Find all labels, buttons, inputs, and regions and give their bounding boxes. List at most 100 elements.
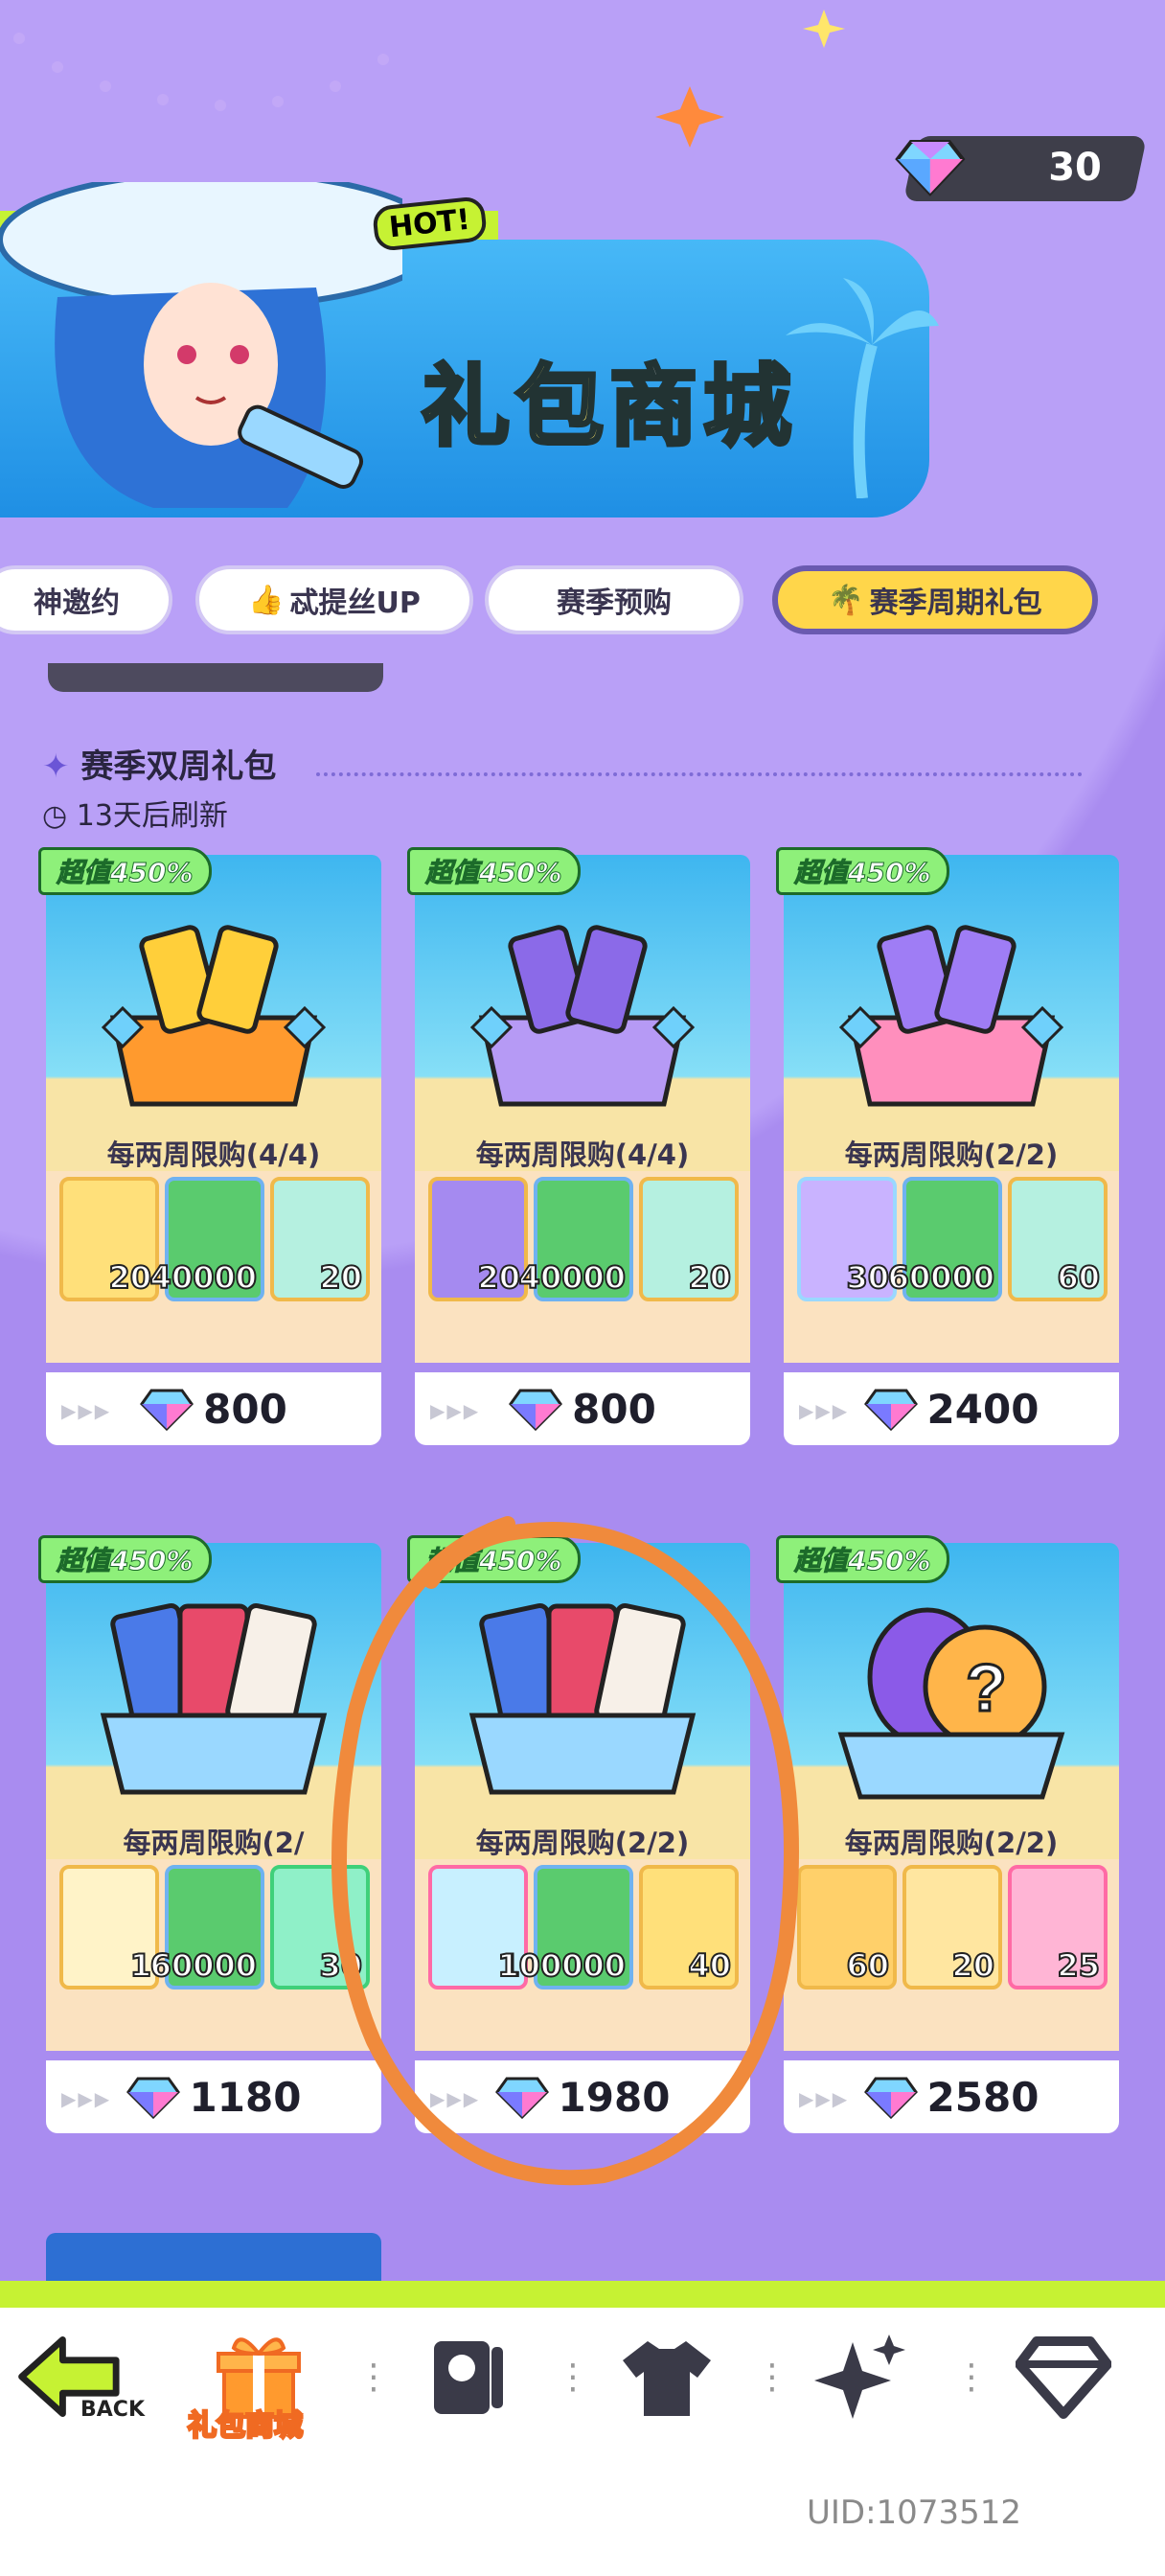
next-card-edge [46,2233,381,2281]
purchase-limit: 每两周限购(2/2) [844,1827,1059,1859]
jar-icon[interactable]: 20 [639,1177,739,1301]
price-button[interactable]: ▶▶▶ 800 [46,1372,381,1445]
card-icon [434,2341,503,2414]
nav-separator: ⋮ [356,2358,391,2397]
annotation-circle [331,1516,799,2186]
sparkle-icon [814,2334,905,2419]
value-badge: 超值450% [38,847,212,895]
item-count: 20 [950,1946,995,1985]
back-button[interactable]: BACK [13,2319,145,2434]
jar-icon[interactable]: 20 [270,1177,370,1301]
cash-icon[interactable]: 60000 [887,1177,1002,1301]
tab-season-cycle-pack-label: 赛季周期礼包 [869,586,1042,620]
nav-top-stripe [0,2281,1165,2308]
purple-splash-box-icon [469,925,696,1107]
item-count: 20 [476,1258,521,1297]
cash-icon[interactable]: 40000 [149,1177,264,1301]
previous-section-edge [48,663,383,692]
orange-splash-box-icon [101,925,327,1107]
item-count: 25 [1056,1946,1101,1985]
user-id: UID:1073512 [807,2494,1021,2532]
thumbs-up-icon: 👍 [248,583,285,617]
section-title-text: 赛季双周礼包 [80,748,277,786]
value-badge: 超值450% [38,1535,212,1583]
purchase-limit: 每两周限购(4/4) [106,1138,321,1171]
tab-tethys-up[interactable]: 👍 忒提丝UP [195,565,473,634]
price-text: 2400 [926,1385,1039,1433]
diamond-icon [895,140,966,196]
cash-icon[interactable]: 60000 [149,1865,264,1990]
price-button[interactable]: ▶▶▶ 2580 [784,2060,1119,2133]
banner-title-part2: 商城 [607,354,798,460]
tab-season-preorder-label: 赛季预购 [557,586,672,620]
character-card-box-icon [100,1603,328,1795]
arrows-decor: ▶▶▶ [61,2087,112,2110]
nav-separator: ⋮ [556,2358,590,2397]
diamond-amount: 30 [1048,146,1103,190]
cool-can-icon[interactable]: 20 [902,1865,1002,1990]
nav-separator: ⋮ [755,2358,789,2397]
pink-can-icon[interactable]: 25 [1008,1865,1108,1990]
diamond-icon [863,1389,918,1432]
diamond-balance[interactable]: 30 [895,136,1148,201]
item-count: 60 [1056,1258,1101,1297]
reward-items: 60 20 25 [784,1859,1119,2051]
star-card-icon[interactable]: 1 [59,1865,159,1990]
price-text: 2580 [926,2073,1039,2121]
shirt-icon [623,2341,711,2416]
banner-title-part1: 礼包 [420,354,610,460]
card-art-area [46,855,381,1171]
nav-cards[interactable] [410,2319,525,2434]
nav-separator: ⋮ [954,2358,989,2397]
jar-icon[interactable]: 60 [1008,1177,1108,1301]
nav-diamonds[interactable] [1006,2319,1121,2434]
reward-items: 30 60000 60 [784,1171,1119,1363]
arrows-decor: ▶▶▶ [430,1399,481,1422]
gift-pack-card-2[interactable]: 超值450% 每两周限购(4/4) 20 40000 20 ▶▶▶ 800 [407,847,750,1445]
gift-pack-card-6[interactable]: ? 超值450% 每两周限购(2/2) 60 20 25 ▶▶▶ 2580 [776,1535,1119,2133]
tab-season-cycle-pack[interactable]: 🌴 赛季周期礼包 [772,565,1098,634]
tab-season-preorder[interactable]: 赛季预购 [485,565,743,634]
item-count: 20 [318,1258,363,1297]
refresh-timer: ◷ 13天后刷新 [42,792,228,834]
arrows-decor: ▶▶▶ [61,1399,112,1422]
item-count: 60000 [149,1946,258,1985]
refresh-timer-text: 13天后刷新 [76,799,228,833]
shop-page: 30 礼包商城 HOT! 神邀约 👍 忒提丝UP 赛季预购 🌴 赛季周期礼包 ✦… [0,0,1165,2576]
section-title: ✦ 赛季双周礼包 [42,740,276,787]
purple-ticket-icon[interactable]: 20 [428,1177,528,1301]
back-label: BACK [80,2398,145,2422]
diamond-icon [126,2077,180,2120]
item-count: 1 [129,1946,152,1985]
price-button[interactable]: ▶▶▶ 800 [415,1372,750,1445]
price-text: 1180 [189,2073,302,2121]
arrows-decor: ▶▶▶ [799,1399,850,1422]
price-text: 800 [203,1385,287,1433]
svg-text:?: ? [966,1650,1007,1725]
gold-ticket-icon[interactable]: 20 [59,1177,159,1301]
price-button[interactable]: ▶▶▶ 2400 [784,1372,1119,1445]
star-icon: ✦ [42,748,70,786]
item-count: 20 [687,1258,732,1297]
palm-tree-icon: 🌴 [828,583,864,617]
clock-icon: ◷ [42,799,68,833]
gift-pack-card-1[interactable]: 超值450% 每两周限购(4/4) 20 40000 20 ▶▶▶ 800 [38,847,381,1445]
palm-tree-icon [786,278,939,498]
section-divider [316,772,1083,776]
tab-invite-label: 神邀约 [34,586,120,620]
diamond-icon [1016,2336,1111,2419]
nav-outfits[interactable] [609,2319,724,2434]
nav-effects[interactable] [805,2319,920,2434]
cash-icon[interactable]: 40000 [518,1177,633,1301]
value-badge: 超值450% [407,847,581,895]
card-art-area: ? [784,1543,1119,1859]
gift-pack-card-3[interactable]: 超值450% 每两周限购(2/2) 30 60000 60 ▶▶▶ 2400 [776,847,1119,1445]
reward-items: 20 40000 20 [415,1171,750,1363]
tab-invite[interactable]: 神邀约 [0,565,172,634]
purchase-limit: 每两周限购(2/2) [844,1138,1059,1171]
reward-items: 20 40000 20 [46,1171,381,1363]
item-count: 40000 [518,1258,627,1297]
holo-ticket-icon[interactable]: 30 [797,1177,897,1301]
item-count: 40000 [149,1258,258,1297]
value-badge: 超值450% [776,847,949,895]
